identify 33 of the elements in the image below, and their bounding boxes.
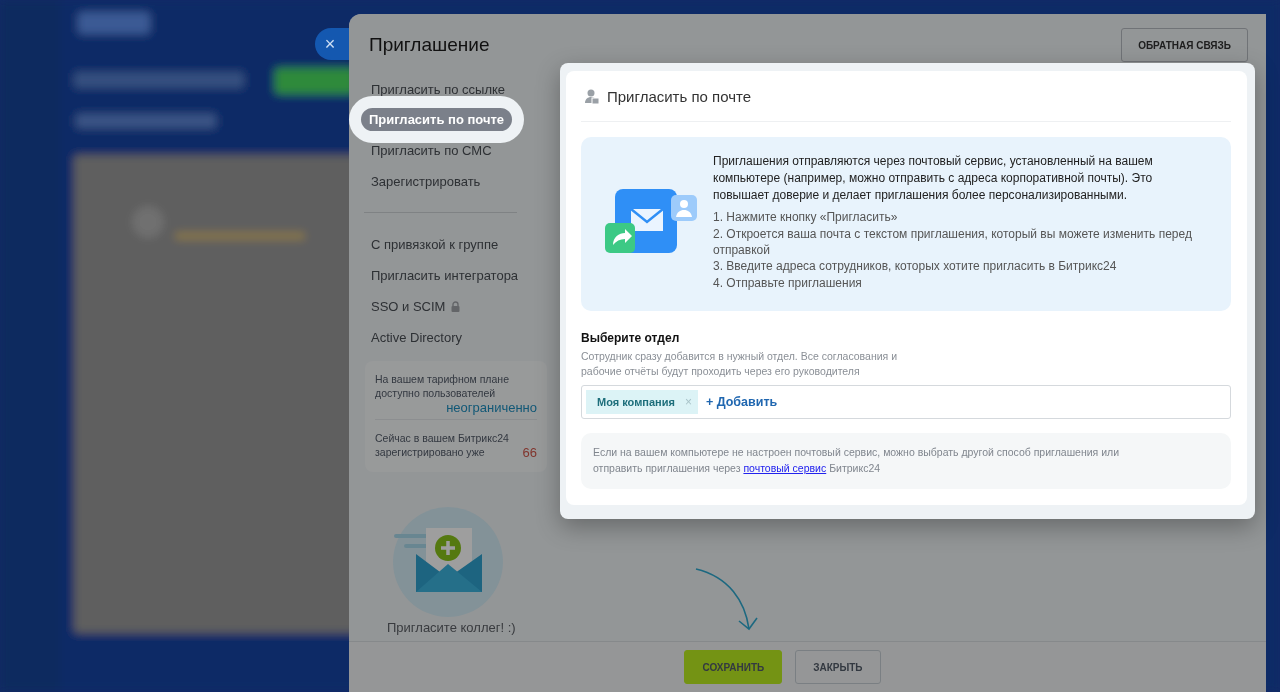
department-hint: Сотрудник сразу добавится в нужный отдел. Все согласования и рабочие отчёты будут проходить через его руководителя — [581, 348, 899, 380]
step-text: 3. Введите адреса сотрудников, которых хотите пригласить в Битрикс24 — [713, 258, 1118, 275]
lock-icon — [451, 301, 461, 312]
panel-title: Приглашение — [369, 34, 490, 56]
user-count: 66 — [522, 444, 537, 460]
info-label: На вашем тарифном плане доступно пользователей — [375, 373, 510, 401]
note-text: Если на вашем компьютере не настроен почтовый сервис, можно выбрать другой способ приглашения или отправить приглашения через почтовый сервис Битрикс24 — [581, 433, 1231, 489]
info-label: Сейчас в вашем Битрикс24 зарегистрировано уже — [375, 432, 510, 460]
add-link[interactable]: + Добавить — [705, 395, 778, 410]
save-button[interactable]: СОХРАНИТЬ — [684, 650, 783, 684]
card-title: Пригласить по почте — [607, 87, 752, 105]
arrow-icon — [695, 568, 759, 631]
menu-item[interactable]: С привязкой к группе — [361, 229, 509, 260]
feedback-button[interactable]: ОБРАТНАЯ СВЯЗЬ — [1121, 28, 1248, 62]
step-text: 2. Откроется ваша почта с текстом приглашения, который вы можете изменить перед отправкой — [713, 225, 1193, 259]
menu-item[interactable]: Пригласить интегратора — [361, 260, 529, 291]
menu-item[interactable]: Active Directory — [361, 322, 473, 353]
menu-item[interactable]: Пригласить по ссылке — [361, 74, 516, 105]
step-text: 4. Отправьте приглашения — [713, 274, 863, 291]
department-tag: Моя компания × — [586, 390, 698, 415]
close-button[interactable]: ЗАКРЫТЬ — [795, 650, 881, 684]
user-limit: неограниченно — [446, 400, 537, 416]
illustration-caption: Пригласите коллег! :) — [387, 619, 517, 635]
department-field[interactable]: Моя компания × + Добавить — [581, 385, 1231, 420]
intro-text: Приглашения отправляются через почтовый сервис, установленный на вашем компьютере (например, можно отправить с адреса корпоративной почты). Это повышает доверие и делает приглашения более персонализированными. — [713, 153, 1154, 204]
department-label: Выберите отдел — [581, 330, 681, 345]
user-mail-icon — [585, 88, 599, 104]
menu-item[interactable]: Пригласить по СМС — [361, 135, 502, 166]
step-text: 1. Нажмите кнопку «Пригласить» — [713, 209, 899, 226]
menu-item[interactable]: SSO и SCIM — [361, 291, 471, 322]
close-button[interactable]: × — [315, 28, 349, 60]
menu-item[interactable]: Зарегистрировать — [361, 166, 491, 197]
mail-service-link[interactable]: почтовый сервис — [743, 462, 827, 475]
